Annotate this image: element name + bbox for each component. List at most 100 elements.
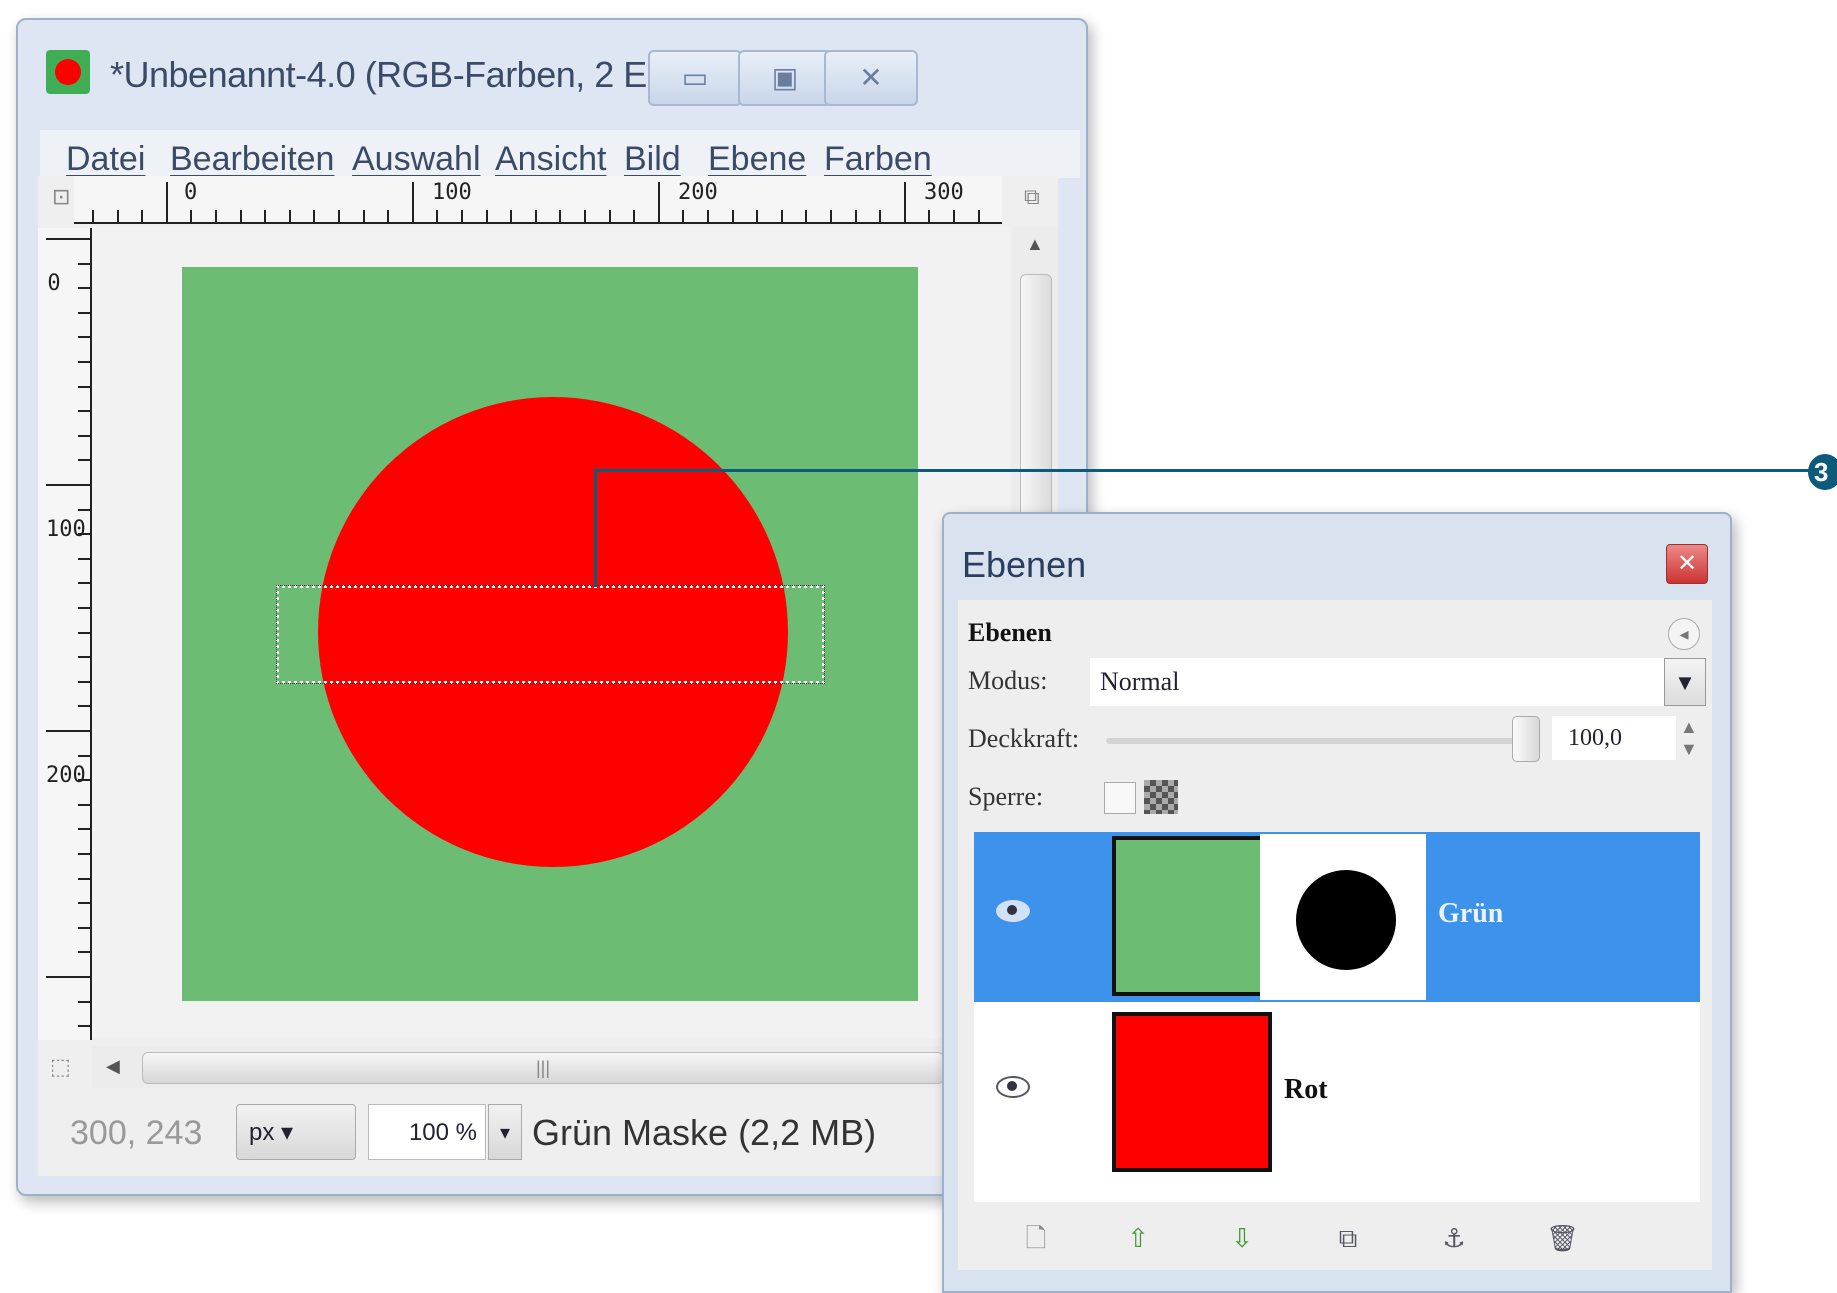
ruler-tick: [239, 210, 242, 222]
ruler-tick: [78, 262, 90, 265]
ruler-tick: [731, 210, 734, 222]
menu-datei[interactable]: Datei: [66, 140, 145, 179]
lock-label: Sperre:: [968, 782, 1044, 811]
layer-list: Grün Rot: [974, 832, 1700, 1202]
ruler-tick: [46, 238, 90, 240]
raise-layer-icon[interactable]: ⇧: [1122, 1222, 1154, 1254]
layer-thumbnail[interactable]: [1112, 1012, 1272, 1172]
layers-dialog: Ebenen ✕ Ebenen ◂ Modus: Normal ▼ Deckkr…: [942, 512, 1732, 1293]
ruler-tick: [46, 484, 90, 486]
close-button[interactable]: ✕: [824, 50, 918, 106]
eye-icon[interactable]: [996, 1076, 1030, 1098]
ruler-label: 100: [432, 180, 472, 205]
new-layer-icon[interactable]: 🗋: [1020, 1222, 1052, 1254]
ruler-tick: [78, 779, 90, 782]
ruler-tick: [707, 210, 709, 222]
ruler-tick: [78, 361, 90, 363]
layer-thumbnail[interactable]: [1112, 836, 1272, 996]
layer-row-gruen[interactable]: Grün: [974, 832, 1700, 1002]
vertical-scroll-thumb[interactable]: [1020, 274, 1052, 526]
opacity-slider-track[interactable]: [1106, 738, 1526, 744]
ruler-tick: [485, 210, 488, 222]
opacity-input[interactable]: 100,0: [1552, 716, 1676, 760]
layer-name[interactable]: Rot: [1284, 1074, 1328, 1106]
ruler-label: 0: [47, 271, 61, 296]
menu-bar: Datei Bearbeiten Auswahl Ansicht Bild Eb…: [40, 130, 1080, 178]
panel-heading: Ebenen: [968, 618, 1052, 647]
ruler-tick: [78, 1000, 90, 1003]
ruler-tick: [78, 459, 90, 462]
menu-bearbeiten[interactable]: Bearbeiten: [170, 140, 334, 179]
unit-value: px: [249, 1119, 275, 1146]
layer-name[interactable]: Grün: [1438, 898, 1503, 930]
ruler-tick: [387, 210, 390, 222]
mode-label: Modus:: [968, 666, 1048, 695]
status-bar: 300, 243 px ▾ 100 % ▾ Grün Maske (2,2 MB…: [40, 1100, 1040, 1164]
menu-ansicht[interactable]: Ansicht: [495, 140, 607, 179]
ruler-tick: [953, 210, 955, 222]
ruler-tick: [78, 853, 90, 855]
rectangle-selection[interactable]: [276, 585, 825, 684]
ruler-tick: [78, 410, 90, 413]
ruler-tick: [78, 434, 90, 437]
ruler-tick: [78, 828, 90, 831]
unit-select[interactable]: px ▾: [236, 1104, 356, 1160]
ruler-tick: [657, 182, 660, 222]
ruler-label: 100: [46, 517, 86, 542]
menu-auswahl[interactable]: Auswahl: [352, 140, 481, 179]
lower-layer-icon[interactable]: ⇩: [1226, 1222, 1258, 1254]
mode-select[interactable]: Normal: [1090, 658, 1676, 706]
minimize-button[interactable]: ▭: [648, 50, 742, 106]
callout-line: [597, 469, 1815, 472]
anchor-layer-icon[interactable]: ⚓: [1438, 1222, 1470, 1254]
ruler-tick: [805, 210, 808, 222]
ruler-tick: [584, 210, 586, 222]
ruler-tick: [78, 287, 90, 290]
ruler-tick: [78, 607, 90, 609]
scroll-left-icon[interactable]: ◀: [106, 1056, 120, 1077]
menu-farben[interactable]: Farben: [824, 140, 932, 179]
dialog-close-button[interactable]: ✕: [1666, 544, 1708, 584]
ruler-tick: [46, 730, 90, 732]
opacity-slider-thumb[interactable]: [1512, 716, 1540, 762]
horizontal-scroll-thumb[interactable]: |||: [142, 1052, 944, 1084]
menu-ebene[interactable]: Ebene: [708, 140, 806, 179]
ruler-tick: [633, 210, 636, 222]
ruler-tick: [78, 508, 90, 511]
ruler-tick: [756, 210, 759, 222]
lock-alpha-icon[interactable]: [1144, 780, 1178, 814]
ruler-tick: [78, 754, 90, 757]
mode-dropdown-button[interactable]: ▼: [1664, 658, 1706, 706]
ruler-tick: [780, 210, 783, 222]
layer-row-rot[interactable]: Rot: [974, 1008, 1700, 1178]
maximize-button[interactable]: ▣: [738, 50, 832, 106]
duplicate-layer-icon[interactable]: ⧉: [1332, 1222, 1364, 1254]
horizontal-scrollbar[interactable]: ◀ |||: [92, 1046, 1010, 1088]
ruler-tick: [78, 902, 90, 905]
mask-circle: [1296, 870, 1396, 970]
ruler-tick: [78, 336, 90, 339]
lock-pixels-checkbox[interactable]: [1104, 782, 1136, 814]
horizontal-ruler: 0 100 200 300: [74, 176, 1002, 224]
ruler-tick: [141, 210, 144, 222]
ruler-tick: [78, 631, 90, 634]
gimp-image-icon: [46, 50, 90, 94]
opacity-spinner-icon[interactable]: ▲ ▼: [1680, 716, 1698, 760]
zoom-dropdown-button[interactable]: ▾: [488, 1104, 522, 1160]
ruler-label: 300: [924, 180, 964, 205]
navigate-menu-icon[interactable]: ⊡: [52, 184, 70, 210]
layer-mask-thumbnail[interactable]: [1260, 834, 1426, 1000]
tab-menu-icon[interactable]: ◂: [1668, 618, 1700, 650]
ruler-tick: [78, 803, 90, 806]
zoom-toggle-icon[interactable]: ⧉: [1024, 184, 1040, 210]
ruler-tick: [215, 210, 217, 222]
ruler-tick: [78, 311, 90, 314]
quick-mask-icon[interactable]: ⬚: [50, 1054, 71, 1080]
status-message: Grün Maske (2,2 MB): [532, 1112, 877, 1153]
menu-bild[interactable]: Bild: [624, 140, 681, 179]
zoom-input[interactable]: 100 %: [368, 1104, 486, 1160]
scroll-up-icon[interactable]: ▲: [1026, 234, 1044, 255]
ruler-tick: [854, 210, 857, 222]
eye-icon[interactable]: [996, 900, 1030, 922]
delete-layer-icon[interactable]: 🗑: [1546, 1222, 1579, 1254]
